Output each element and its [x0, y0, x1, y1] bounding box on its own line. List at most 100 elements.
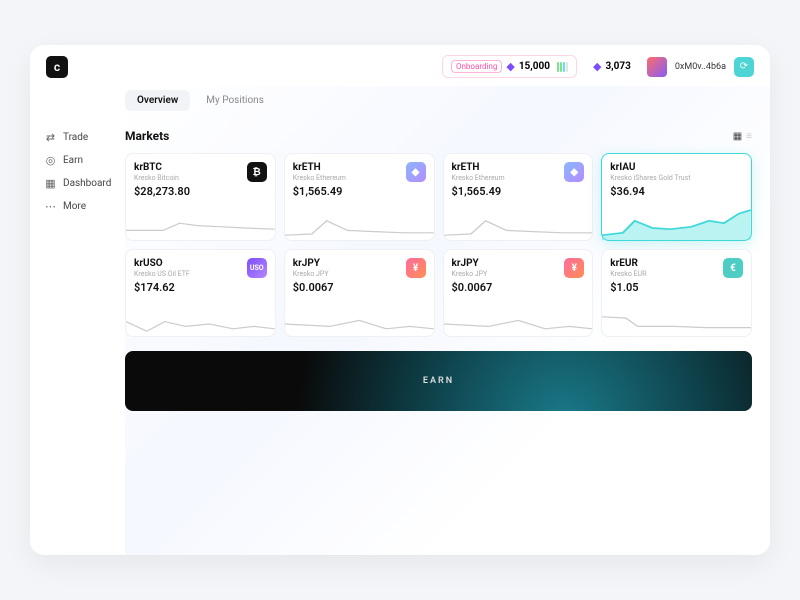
asset-icon: USO [247, 258, 267, 278]
asset-price: $0.0067 [452, 281, 493, 294]
asset-price: $0.0067 [293, 281, 334, 294]
app-window: c Onboarding ◆ 15,000 ◆ 3,073 0xM0v..4b6… [30, 45, 770, 555]
asset-icon: ₿ [247, 162, 267, 182]
bar-2 [560, 62, 562, 72]
market-card-kreth[interactable]: krETH Kresko Ethereum $1,565.49 ◆ [443, 153, 594, 241]
sidebar-item-label: More [63, 201, 86, 212]
sparkline [602, 300, 751, 336]
asset-symbol: krJPY [293, 258, 334, 269]
markets-header: Markets ▦ ≡ [125, 129, 752, 143]
asset-desc: Kresko US Oil ETF [134, 270, 190, 278]
asset-icon: ◆ [406, 162, 426, 182]
earn-banner[interactable]: EARN [125, 351, 752, 411]
bar-4 [566, 62, 568, 72]
grid-view-icon[interactable]: ▦ [733, 131, 742, 142]
asset-price: $1.05 [610, 281, 646, 294]
market-grid: krBTC Kresko Bitcoin $28,273.80 ₿ krETH … [125, 153, 752, 337]
asset-price: $1,565.49 [293, 185, 346, 198]
market-card-krbtc[interactable]: krBTC Kresko Bitcoin $28,273.80 ₿ [125, 153, 276, 241]
tab-my-positions[interactable]: My Positions [194, 90, 276, 111]
card-top: krJPY Kresko JPY $0.0067 ¥ [293, 258, 426, 294]
asset-price: $36.94 [610, 185, 690, 198]
card-top: krETH Kresko Ethereum $1,565.49 ◆ [293, 162, 426, 198]
asset-price: $1,565.49 [452, 185, 505, 198]
sidebar-item-label: Dashboard [63, 178, 111, 189]
sparkline [444, 300, 593, 336]
asset-desc: Kresko JPY [293, 270, 334, 278]
avatar[interactable] [647, 57, 667, 77]
app-logo[interactable]: c [46, 56, 68, 78]
sidebar: ⇄ Trade ◎ Earn ▦Dashboard ⋯ More [30, 86, 125, 555]
asset-symbol: krBTC [134, 162, 190, 173]
onboarding-pill[interactable]: Onboarding ◆ 15,000 [442, 55, 577, 78]
card-top: krETH Kresko Ethereum $1,565.49 ◆ [452, 162, 585, 198]
asset-icon: ¥ [406, 258, 426, 278]
asset-symbol: krEUR [610, 258, 646, 269]
body-area: ⇄Trade◎Earn▦Dashboard⋯More OverviewMy Po… [30, 86, 770, 555]
sidebar-icon: ⋯ [44, 200, 57, 213]
tab-overview[interactable]: Overview [125, 90, 190, 111]
points-primary: 15,000 [519, 61, 550, 72]
asset-symbol: krUSO [134, 258, 190, 269]
asset-desc: Kresko JPY [452, 270, 493, 278]
sparkline [126, 204, 275, 240]
asset-symbol: krETH [293, 162, 346, 173]
gem-icon: ◆ [506, 60, 514, 73]
market-card-krjpy[interactable]: krJPY Kresko JPY $0.0067 ¥ [443, 249, 594, 337]
card-info: krIAU Kresko iShares Gold Trust $36.94 [610, 162, 690, 198]
action-button[interactable]: ⟳ [734, 57, 754, 77]
asset-price: $28,273.80 [134, 185, 190, 198]
sidebar-icon: ⇄ [44, 131, 57, 144]
markets-title: Markets [125, 129, 169, 143]
asset-price: $174.62 [134, 281, 190, 294]
asset-desc: Kresko Ethereum [293, 174, 346, 182]
sparkline [602, 204, 751, 240]
onboarding-label: Onboarding [451, 60, 502, 73]
topbar-right: Onboarding ◆ 15,000 ◆ 3,073 0xM0v..4b6a … [442, 55, 754, 78]
main-content: OverviewMy Positions Markets ▦ ≡ krBTC K… [125, 86, 770, 555]
asset-desc: Kresko Ethereum [452, 174, 505, 182]
sidebar-item-trade[interactable]: ⇄ Trade [44, 126, 125, 149]
progress-bars [557, 62, 568, 72]
card-top: krBTC Kresko Bitcoin $28,273.80 ₿ [134, 162, 267, 198]
market-card-kreth[interactable]: krETH Kresko Ethereum $1,565.49 ◆ [284, 153, 435, 241]
asset-desc: Kresko EUR [610, 270, 646, 278]
sparkline [126, 300, 275, 336]
sparkline [285, 300, 434, 336]
market-card-kreur[interactable]: krEUR Kresko EUR $1.05 € [601, 249, 752, 337]
points-secondary-pill[interactable]: ◆ 3,073 [585, 56, 639, 77]
card-top: krUSO Kresko US Oil ETF $174.62 USO [134, 258, 267, 294]
market-card-kruso[interactable]: krUSO Kresko US Oil ETF $174.62 USO [125, 249, 276, 337]
bar-3 [563, 62, 565, 72]
sidebar-item-dashboard[interactable]: ▦Dashboard [44, 172, 125, 195]
topbar: c Onboarding ◆ 15,000 ◆ 3,073 0xM0v..4b6… [30, 45, 770, 86]
sparkline [444, 204, 593, 240]
asset-desc: Kresko iShares Gold Trust [610, 174, 690, 182]
card-info: krUSO Kresko US Oil ETF $174.62 [134, 258, 190, 294]
earn-banner-label: EARN [423, 376, 454, 386]
card-info: krJPY Kresko JPY $0.0067 [452, 258, 493, 294]
wallet-address[interactable]: 0xM0v..4b6a [675, 62, 726, 72]
points-secondary: 3,073 [605, 61, 630, 72]
card-info: krJPY Kresko JPY $0.0067 [293, 258, 334, 294]
card-info: krETH Kresko Ethereum $1,565.49 [452, 162, 505, 198]
asset-icon: € [723, 258, 743, 278]
asset-icon: ¥ [564, 258, 584, 278]
asset-symbol: krIAU [610, 162, 690, 173]
card-top: krJPY Kresko JPY $0.0067 ¥ [452, 258, 585, 294]
asset-symbol: krJPY [452, 258, 493, 269]
sidebar-icon: ◎ [44, 154, 57, 167]
view-toggle[interactable]: ▦ ≡ [733, 131, 752, 142]
sidebar-item-more[interactable]: ⋯ More [44, 195, 125, 218]
sidebar-item-earn[interactable]: ◎ Earn [44, 149, 125, 172]
asset-icon: ◆ [564, 162, 584, 182]
asset-symbol: krETH [452, 162, 505, 173]
card-info: krETH Kresko Ethereum $1,565.49 [293, 162, 346, 198]
market-card-krjpy[interactable]: krJPY Kresko JPY $0.0067 ¥ [284, 249, 435, 337]
market-card-kriau[interactable]: krIAU Kresko iShares Gold Trust $36.94 [601, 153, 752, 241]
sidebar-item-label: Earn [63, 155, 83, 166]
asset-desc: Kresko Bitcoin [134, 174, 190, 182]
sidebar-item-label: Trade [63, 132, 88, 143]
list-view-icon[interactable]: ≡ [746, 131, 752, 142]
gem-icon: ◆ [593, 60, 601, 73]
